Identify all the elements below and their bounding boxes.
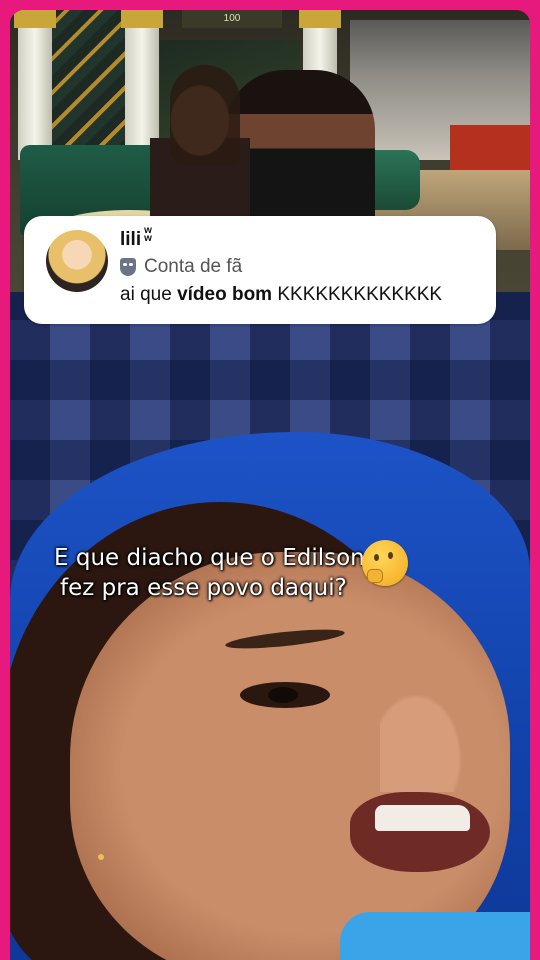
username-badge: w w xyxy=(144,225,152,244)
shoulder-cloth xyxy=(340,912,530,960)
thinking-face-icon xyxy=(362,540,408,586)
username-text: lili xyxy=(120,229,142,250)
caption-line-2: fez pra esse povo daqui? xyxy=(60,575,347,601)
fan-comment-card[interactable]: lili w w Conta de fã ai que vídeo bom KKK… xyxy=(24,216,496,324)
comment-text-bold: vídeo bom xyxy=(177,284,273,305)
person-left-hair xyxy=(170,65,240,165)
caption-line-1: E que diacho que o Edilson xyxy=(54,545,365,571)
comment-text: ai que vídeo bom KKKKKKKKKKKKK xyxy=(120,284,442,306)
gold-pattern-wall xyxy=(50,10,125,145)
theater-mask-icon xyxy=(120,258,136,276)
nose xyxy=(380,682,470,792)
avatar[interactable] xyxy=(46,230,108,292)
comment-username[interactable]: lili w w xyxy=(120,225,154,251)
background-red-seats xyxy=(450,125,530,170)
comment-text-prefix: ai que xyxy=(120,284,172,305)
comment-text-suffix: KKKKKKKKKKKKK xyxy=(277,284,443,305)
teeth xyxy=(375,805,470,831)
fan-account-label: Conta de fã xyxy=(144,256,243,277)
mouth xyxy=(350,792,490,872)
eye xyxy=(240,682,330,708)
bottom-video-clip[interactable]: E que diacho que o Edilson fez pra esse … xyxy=(10,292,530,960)
reel-frame: 100 E que diacho que o Edilson fez pra e… xyxy=(10,10,530,960)
fan-account-tag: Conta de fã xyxy=(120,256,242,278)
pillar-left xyxy=(14,10,56,160)
earring xyxy=(98,854,104,860)
room-sign: 100 xyxy=(182,10,282,28)
